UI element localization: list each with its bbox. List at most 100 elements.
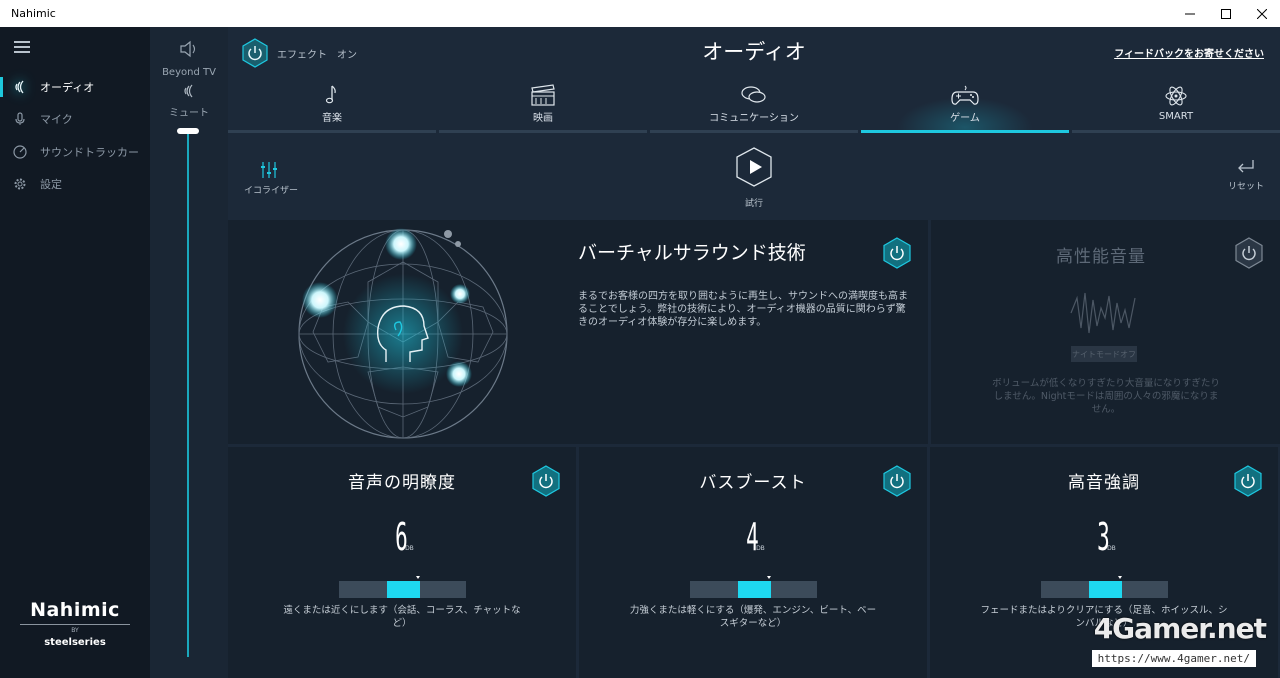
high-performance-volume-panel: 高性能音量 ナイトモードオフ ボリュームが低くなりすぎたり大音量になりすぎたりし…: [931, 220, 1280, 444]
card-value-number: 3: [1097, 515, 1110, 559]
card-value: 4DB: [579, 515, 927, 559]
power-icon: [883, 465, 911, 497]
card-title: バスブースト: [699, 473, 807, 493]
card-description: 遠くまたは近くにします（会話、コーラス、チャットなど）: [283, 605, 521, 629]
window-title: Nahimic: [11, 7, 56, 20]
tab-movie[interactable]: 映画: [439, 79, 647, 133]
equalizer-label: イコライザー: [244, 186, 299, 196]
maximize-button[interactable]: [1208, 0, 1244, 27]
logo-by: BY: [20, 624, 130, 634]
minimize-button[interactable]: [1172, 0, 1208, 27]
waveform-icon: [1070, 292, 1136, 334]
power-icon: [1235, 237, 1263, 269]
gear-icon: [0, 177, 40, 191]
level-slider[interactable]: [339, 576, 466, 598]
level-slider[interactable]: [1041, 576, 1168, 598]
microphone-icon: [0, 112, 40, 126]
atom-icon: [1165, 86, 1187, 106]
sidebar-item-sound-tracker[interactable]: サウンドトラッカー: [0, 139, 150, 165]
card-value-number: 6: [395, 515, 408, 559]
sidebar-item-label: 設定: [40, 178, 62, 191]
tab-label: 映画: [533, 113, 553, 124]
close-button[interactable]: [1244, 0, 1280, 27]
feedback-link[interactable]: フィードバックをお寄せください: [1114, 45, 1264, 60]
surround-title: バーチャルサラウンド技術: [578, 242, 806, 264]
hamburger-menu-icon[interactable]: [14, 41, 30, 53]
slider-marker: [415, 576, 420, 579]
mute-button[interactable]: ミュート: [150, 104, 228, 119]
slider-fill: [737, 581, 771, 598]
play-label: 試行: [744, 199, 763, 209]
surround-power-button[interactable]: [882, 237, 912, 273]
logo-partner: steelseries: [44, 637, 106, 648]
play-test-button[interactable]: 試行: [734, 146, 774, 209]
volume-slider-track[interactable]: [187, 131, 189, 657]
card-value-number: 4: [746, 515, 759, 559]
watermark-url: https://www.4gamer.net/: [1091, 650, 1256, 667]
nahimic-logo: Nahimic BY steelseries: [20, 599, 130, 648]
tab-game[interactable]: ゲーム: [861, 79, 1069, 133]
radar-icon: [0, 145, 40, 159]
clapperboard-icon: [531, 84, 555, 106]
high-performance-power-button[interactable]: [1234, 237, 1264, 273]
treble-enhance-power-button[interactable]: [1233, 465, 1263, 501]
logo-brand: Nahimic: [30, 599, 120, 621]
volume-panel: Beyond TV ミュート: [150, 27, 228, 678]
sidebar-item-settings[interactable]: 設定: [0, 171, 150, 197]
power-icon: [532, 465, 560, 497]
tab-smart[interactable]: SMART: [1072, 79, 1280, 133]
minimize-icon: [1185, 13, 1195, 14]
slider-marker: [1117, 576, 1122, 579]
voice-clarity-power-button[interactable]: [531, 465, 561, 501]
high-performance-title: 高性能音量: [1056, 247, 1146, 267]
profile-tabs: 音楽 映画 コミュニケーション ゲーム SMART: [228, 79, 1280, 133]
tab-communication[interactable]: コミュニケーション: [650, 79, 858, 133]
card-value: 6DB: [228, 515, 576, 559]
tab-label: ゲーム: [950, 113, 980, 124]
reset-label: リセット: [1227, 182, 1264, 192]
sidebar-item-audio[interactable]: オーディオ: [0, 74, 150, 100]
chat-bubbles-icon: [741, 86, 766, 103]
audio-wave-icon: [0, 80, 40, 94]
tab-label: コミュニケーション: [709, 113, 799, 124]
equalizer-button[interactable]: イコライザー: [244, 160, 298, 196]
speaker-icon[interactable]: [178, 38, 200, 64]
card-title: 音声の明瞭度: [348, 473, 456, 493]
toolbar: イコライザー 試行 リセット: [228, 134, 1280, 218]
tab-label: 音楽: [322, 113, 342, 124]
play-icon: [736, 147, 772, 187]
sidebar-item-label: マイク: [40, 113, 73, 126]
card-value: 3DB: [930, 515, 1278, 559]
slider-fill: [1088, 581, 1122, 598]
power-icon: [1234, 465, 1262, 497]
reset-button[interactable]: リセット: [1228, 158, 1264, 192]
gamepad-icon: [951, 85, 979, 105]
title-bar: Nahimic: [0, 0, 1280, 27]
bass-boost-power-button[interactable]: [882, 465, 912, 501]
sidebar-item-mic[interactable]: マイク: [0, 106, 150, 132]
power-icon: [883, 237, 911, 269]
audio-wave-small-icon: [150, 84, 228, 101]
bass-boost-card: バスブースト 4DB 力強くまたは軽くにする（爆発、エンジン、ビート、ベースギタ…: [579, 447, 927, 678]
close-icon: [1257, 8, 1267, 19]
voice-clarity-card: 音声の明瞭度 6DB 遠くまたは近くにします（会話、コーラス、チャットなど）: [228, 447, 576, 678]
sidebar-item-label: オーディオ: [40, 81, 95, 94]
night-mode-badge: ナイトモードオフ: [1071, 346, 1137, 362]
window-controls: [1172, 0, 1280, 27]
device-name: Beyond TV: [162, 67, 216, 78]
card-description: 力強くまたは軽くにする（爆発、エンジン、ビート、ベースギターなど）: [629, 605, 877, 629]
maximize-icon: [1221, 8, 1231, 19]
slider-fill: [386, 581, 420, 598]
slider-marker: [766, 576, 771, 579]
volume-slider-thumb[interactable]: [177, 128, 199, 134]
level-slider[interactable]: [690, 576, 817, 598]
card-title: 高音強調: [1068, 473, 1140, 493]
virtual-surround-panel: バーチャルサラウンド技術 まるでお客様の四方を取り囲むように再生し、サウンドへの…: [228, 220, 928, 444]
sidebar-item-label: サウンドトラッカー: [40, 146, 139, 159]
tab-music[interactable]: 音楽: [228, 79, 436, 133]
sidebar: オーディオ マイク サウンドトラッカー 設定 Nahimic BY steels…: [0, 27, 150, 678]
reset-icon: [1238, 160, 1254, 173]
main-content: エフェクト オン オーディオ フィードバックをお寄せください 音楽 映画 コミュ…: [228, 27, 1280, 678]
watermark-logo: 4Gamer.net: [1093, 612, 1267, 645]
surround-sphere-illustration: [298, 228, 508, 439]
